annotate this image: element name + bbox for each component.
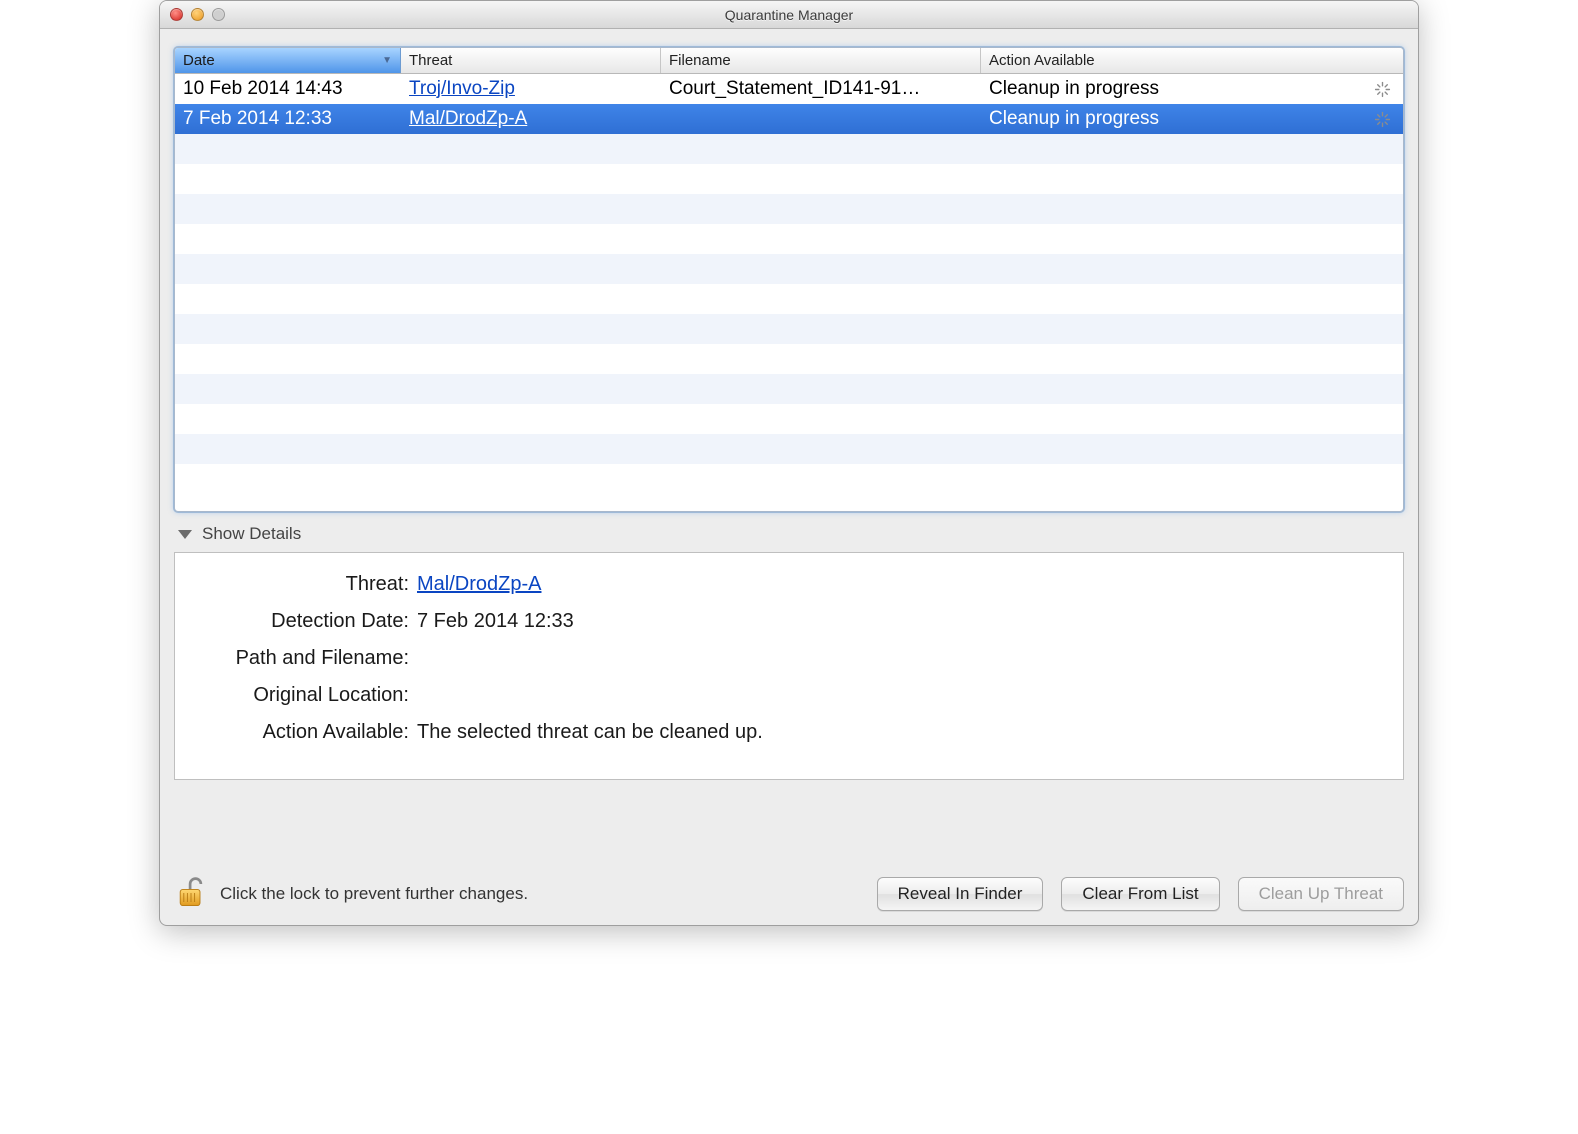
cell-filename: Court_Statement_ID141-91…: [661, 78, 981, 100]
table-row[interactable]: 10 Feb 2014 14:43 Troj/Invo-Zip Court_St…: [175, 74, 1403, 104]
column-header-action-label: Action Available: [989, 52, 1095, 69]
show-details-disclosure[interactable]: Show Details: [178, 524, 1404, 544]
cell-date: 7 Feb 2014 12:33: [175, 108, 401, 130]
column-header-date[interactable]: Date ▼: [175, 48, 401, 73]
cell-action: Cleanup in progress: [981, 78, 1403, 100]
reveal-in-finder-button[interactable]: Reveal In Finder: [877, 877, 1044, 911]
column-header-filename-label: Filename: [669, 52, 731, 69]
table-header-row: Date ▼ Threat Filename Action Available: [175, 48, 1403, 74]
clear-from-list-button[interactable]: Clear From List: [1061, 877, 1219, 911]
cell-action: Cleanup in progress: [981, 108, 1403, 130]
lock-button[interactable]: [174, 877, 208, 911]
spinner-icon: [1374, 111, 1391, 128]
cell-action-text: Cleanup in progress: [989, 78, 1159, 100]
table-body: 10 Feb 2014 14:43 Troj/Invo-Zip Court_St…: [175, 74, 1403, 511]
titlebar: Quarantine Manager: [160, 1, 1418, 29]
window-title: Quarantine Manager: [160, 7, 1418, 23]
column-header-threat-label: Threat: [409, 52, 452, 69]
spinner-icon: [1374, 81, 1391, 98]
details-label-original-location: Original Location:: [197, 684, 417, 707]
footer-buttons: Reveal In Finder Clear From List Clean U…: [877, 877, 1404, 911]
details-label-threat: Threat:: [197, 573, 417, 596]
show-details-label: Show Details: [202, 524, 301, 544]
details-panel: Threat: Mal/DrodZp-A Detection Date: 7 F…: [174, 552, 1404, 780]
details-value-action-available: The selected threat can be cleaned up.: [417, 721, 1381, 744]
quarantine-manager-window: Quarantine Manager Date ▼ Threat Filenam…: [159, 0, 1419, 926]
details-value-path-filename: [417, 647, 1381, 670]
cell-action-text: Cleanup in progress: [989, 108, 1159, 130]
sort-descending-icon: ▼: [382, 55, 392, 66]
cell-threat-link[interactable]: Mal/DrodZp-A: [401, 108, 661, 130]
footer: Click the lock to prevent further change…: [174, 857, 1404, 915]
details-label-detection-date: Detection Date:: [197, 610, 417, 633]
column-header-action[interactable]: Action Available: [981, 48, 1403, 73]
chevron-down-icon: [178, 530, 192, 539]
details-value-original-location: [417, 684, 1381, 707]
table-row[interactable]: 7 Feb 2014 12:33 Mal/DrodZp-A Cleanup in…: [175, 104, 1403, 134]
details-value-threat-link[interactable]: Mal/DrodZp-A: [417, 573, 1381, 596]
clean-up-threat-button[interactable]: Clean Up Threat: [1238, 877, 1404, 911]
lock-help-text: Click the lock to prevent further change…: [220, 884, 528, 904]
details-label-path-filename: Path and Filename:: [197, 647, 417, 670]
details-label-action-available: Action Available:: [197, 721, 417, 744]
details-value-detection-date: 7 Feb 2014 12:33: [417, 610, 1381, 633]
column-header-threat[interactable]: Threat: [401, 48, 661, 73]
cell-threat-link[interactable]: Troj/Invo-Zip: [401, 78, 661, 100]
table-empty-rows: [175, 134, 1403, 494]
window-content: Date ▼ Threat Filename Action Available …: [160, 29, 1418, 925]
quarantine-table: Date ▼ Threat Filename Action Available …: [174, 47, 1404, 512]
column-header-filename[interactable]: Filename: [661, 48, 981, 73]
unlocked-lock-icon: [176, 875, 206, 911]
cell-date: 10 Feb 2014 14:43: [175, 78, 401, 100]
column-header-date-label: Date: [183, 52, 215, 69]
